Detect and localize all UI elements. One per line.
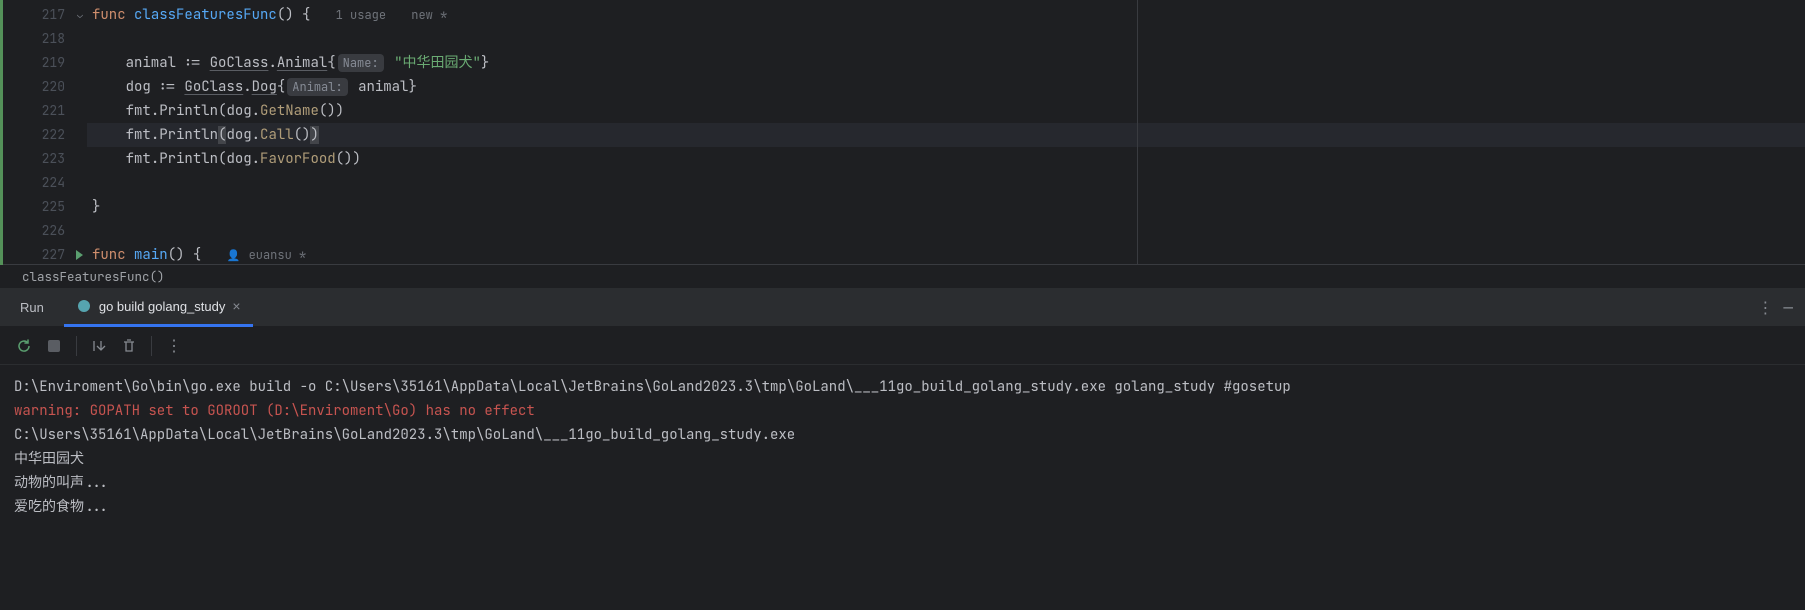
code-line[interactable] [87,219,1805,243]
line-number[interactable]: 219 [0,51,87,75]
usage-hint[interactable]: 1 usage [336,7,386,23]
line-number[interactable]: 223 [0,147,87,171]
code-line[interactable]: } [87,195,1805,219]
line-number[interactable]: 221 [0,99,87,123]
run-header-actions: ⋮ — [1757,297,1805,318]
breadcrumb[interactable]: classFeaturesFunc() [0,265,1805,289]
line-number[interactable]: 224 [0,171,87,195]
new-hint: new * [411,7,447,23]
scroll-to-end-icon[interactable] [91,338,107,354]
line-number[interactable]: 225 [0,195,87,219]
line-number[interactable]: 220 [0,75,87,99]
line-number[interactable]: 218 [0,27,87,51]
toolbar-separator [151,336,152,356]
more-options-icon[interactable]: ⋮ [1757,297,1773,318]
param-hint: Animal: [287,78,347,96]
toolbar-separator [76,336,77,356]
trash-icon[interactable] [121,338,137,354]
line-number[interactable]: 222 [0,123,87,147]
right-margin-line [1137,0,1138,264]
console-line: 爱吃的食物... [14,495,1791,519]
author-icon: 👤 [226,249,240,263]
gutter[interactable]: 217⌄ 218 219 220 221 222 223 224 225 226… [0,0,87,264]
run-gutter-icon[interactable] [76,250,83,260]
console-line: 中华田园犬 [14,447,1791,471]
code-area[interactable]: func classFeaturesFunc() { 1 usage new *… [87,0,1805,264]
editor-pane: 217⌄ 218 219 220 221 222 223 224 225 226… [0,0,1805,265]
hide-icon[interactable]: — [1783,297,1793,318]
close-tab-icon[interactable]: × [232,298,240,314]
console-line: 动物的叫声... [14,471,1791,495]
run-toolwindow-header: Run go build golang_study × ⋮ — [0,289,1805,327]
author-hint: euansu * [249,247,307,263]
console-output[interactable]: D:\Enviroment\Go\bin\go.exe build -o C:\… [0,365,1805,529]
console-line: D:\Enviroment\Go\bin\go.exe build -o C:\… [14,375,1791,399]
run-toolbar: ⋮ [0,327,1805,365]
run-tab[interactable]: go build golang_study × [64,289,253,327]
console-line-warning: warning: GOPATH set to GOROOT (D:\Enviro… [14,399,1791,423]
code-line-current[interactable]: fmt.Println(dog.Call()) [87,123,1805,147]
line-number[interactable]: 217⌄ [0,3,87,27]
line-number[interactable]: 226 [0,219,87,243]
code-line[interactable] [87,171,1805,195]
console-line: C:\Users\35161\AppData\Local\JetBrains\G… [14,423,1791,447]
code-line[interactable]: dog := GoClass.Dog{Animal: animal} [87,75,1805,99]
run-tab-label: go build golang_study [99,299,226,314]
param-hint: Name: [338,54,384,72]
code-line[interactable]: fmt.Println(dog.GetName()) [87,99,1805,123]
more-actions-icon[interactable]: ⋮ [166,338,182,354]
code-line[interactable]: fmt.Println(dog.FavorFood()) [87,147,1805,171]
code-line[interactable]: animal := GoClass.Animal{Name: "中华田园犬"} [87,51,1805,75]
line-number[interactable]: 227 [0,243,87,267]
run-label[interactable]: Run [0,300,64,315]
go-icon [76,298,92,314]
rerun-icon[interactable] [16,338,32,354]
code-line[interactable]: func main() { 👤 euansu * [87,243,1805,267]
code-line[interactable] [87,27,1805,51]
fold-icon[interactable]: ⌄ [77,3,83,27]
code-line[interactable]: func classFeaturesFunc() { 1 usage new * [87,3,1805,27]
stop-icon[interactable] [46,338,62,354]
